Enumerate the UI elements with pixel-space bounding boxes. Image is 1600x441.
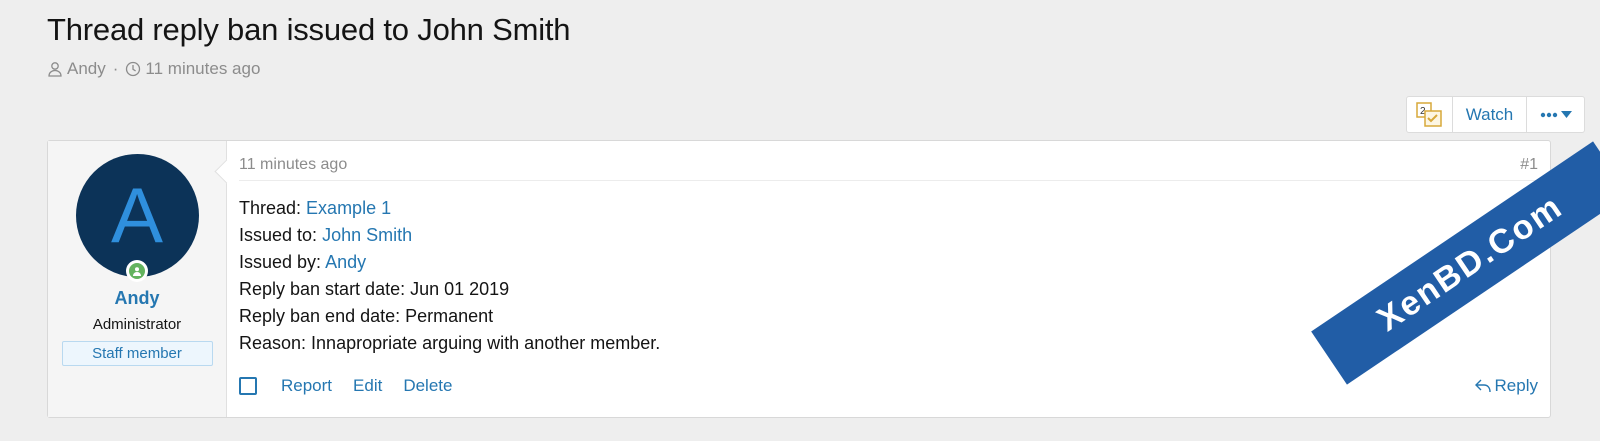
report-link[interactable]: Report bbox=[281, 376, 332, 396]
avatar[interactable]: A bbox=[75, 154, 199, 282]
issued-to-label: Issued to: bbox=[239, 225, 323, 245]
line-issued-by: Issued by: Andy bbox=[239, 249, 1538, 276]
line-issued-to: Issued to: John Smith bbox=[239, 222, 1538, 249]
bookmark-button[interactable]: 2 bbox=[1407, 97, 1452, 132]
avatar-initial: A bbox=[110, 171, 164, 259]
delete-link[interactable]: Delete bbox=[403, 376, 452, 396]
issued-to-link[interactable]: John Smith bbox=[322, 225, 412, 245]
post-header: 11 minutes ago #1 bbox=[239, 141, 1538, 181]
post-user-cell: A Andy Administrator Staff member bbox=[48, 141, 227, 417]
online-status-badge bbox=[125, 260, 148, 282]
ellipsis-icon bbox=[1540, 112, 1557, 117]
line-start-date: Reply ban start date: Jun 01 2019 bbox=[239, 279, 510, 299]
user-title: Administrator bbox=[92, 316, 182, 333]
more-options-button[interactable] bbox=[1526, 97, 1584, 132]
meta-separator: · bbox=[112, 59, 119, 78]
thread-meta: Andy · 11 minutes ago bbox=[47, 59, 260, 79]
post: A Andy Administrator Staff member 11 min… bbox=[47, 140, 1551, 418]
clock-icon bbox=[126, 61, 141, 77]
thread-label: Thread: bbox=[239, 198, 307, 218]
caret-down-icon bbox=[1560, 111, 1572, 118]
watch-button[interactable]: Watch bbox=[1452, 97, 1526, 132]
issued-by-link[interactable]: Andy bbox=[325, 252, 366, 272]
thread-actions: 2 Watch bbox=[1406, 96, 1585, 133]
issued-by-label: Issued by: bbox=[239, 252, 326, 272]
post-username[interactable]: Andy bbox=[115, 288, 160, 309]
staff-banner: Staff member bbox=[61, 341, 213, 366]
reply-button[interactable]: Reply bbox=[1474, 376, 1538, 396]
user-online-icon bbox=[132, 267, 141, 276]
line-thread: Thread: Example 1 bbox=[239, 195, 1538, 222]
thread-time[interactable]: 11 minutes ago bbox=[145, 59, 260, 79]
page-title: Thread reply ban issued to John Smith bbox=[47, 12, 571, 47]
edit-link[interactable]: Edit bbox=[353, 376, 382, 396]
select-post-checkbox[interactable] bbox=[239, 377, 257, 395]
reply-label: Reply bbox=[1494, 376, 1538, 395]
reply-icon bbox=[1474, 379, 1491, 393]
post-number[interactable]: #1 bbox=[1520, 156, 1538, 174]
thread-link[interactable]: Example 1 bbox=[306, 198, 391, 218]
author-link[interactable]: Andy bbox=[67, 59, 106, 79]
multi-quote-icon: 2 bbox=[1415, 101, 1442, 127]
user-icon bbox=[48, 62, 62, 77]
post-time[interactable]: 11 minutes ago bbox=[239, 156, 347, 174]
